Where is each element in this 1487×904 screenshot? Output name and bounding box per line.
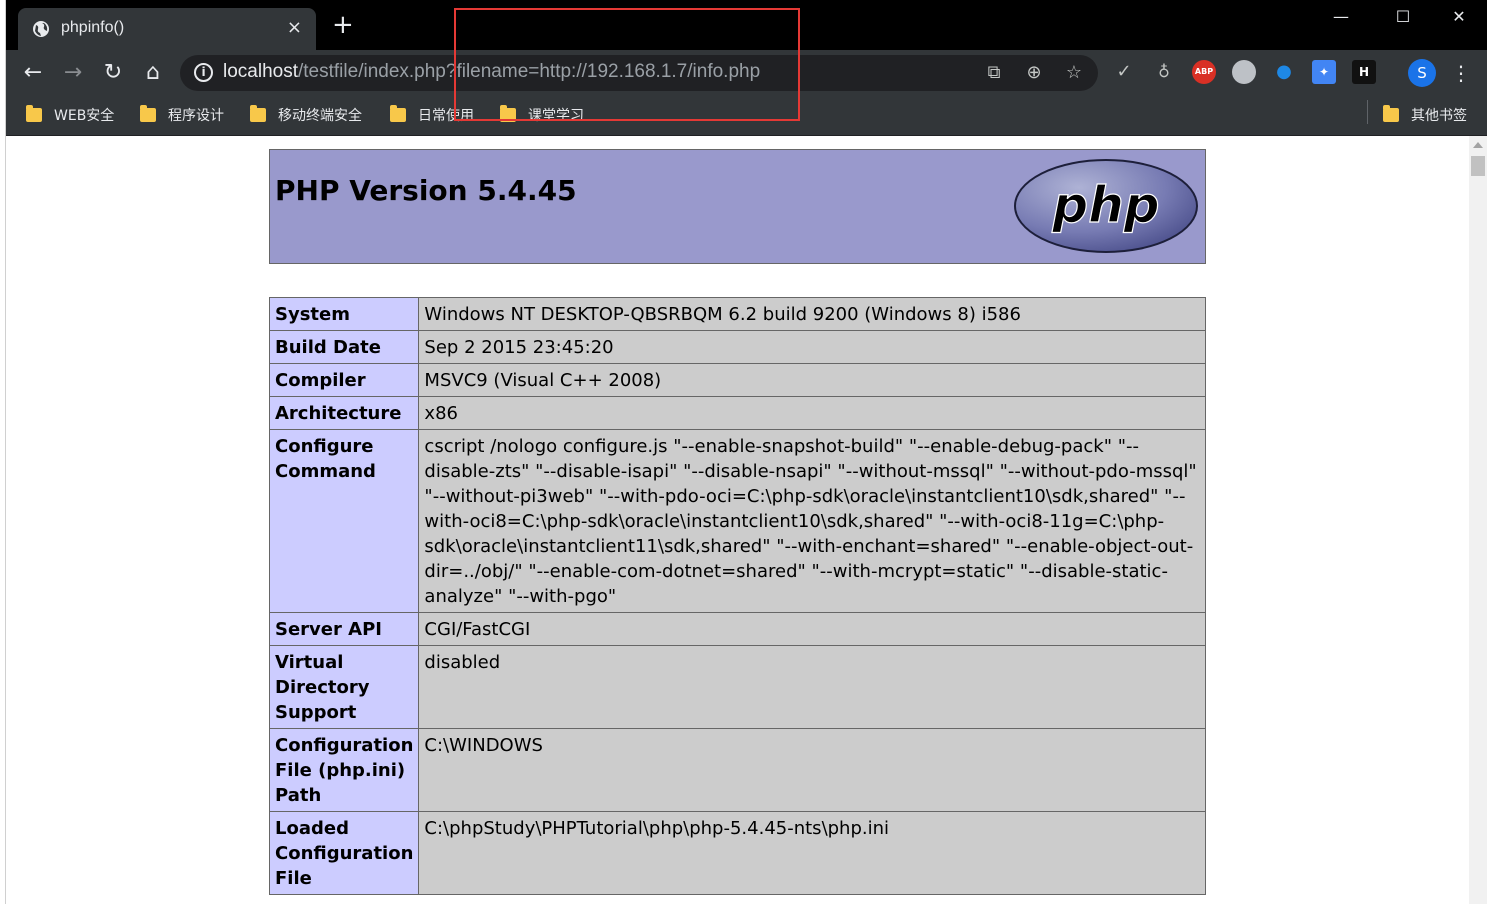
info-key: Compiler (268, 363, 420, 397)
info-value: cscript /nologo configure.js "--enable-s… (418, 429, 1206, 613)
forward-icon[interactable]: → (58, 58, 88, 88)
table-row: Configure Command cscript /nologo configu… (268, 429, 1206, 613)
site-info-icon[interactable]: i (194, 63, 213, 82)
info-value: disabled (418, 645, 1206, 729)
bookmark-folder-other[interactable]: 其他书签 (1383, 104, 1467, 126)
browser-chrome: phpinfo() × + — ☐ ✕ ← → ↻ ⌂ i localhost/… (0, 0, 1487, 136)
php-info-table: System Windows NT DESKTOP-QBSRBQM 6.2 bui… (268, 297, 1206, 895)
bulb-extension-icon[interactable]: ♁ (1152, 60, 1176, 84)
folder-icon (250, 105, 266, 122)
table-row: Virtual Directory Support disabled (268, 645, 1206, 729)
drop-extension-icon[interactable]: ● (1272, 60, 1296, 84)
bookmarks-separator (1367, 100, 1368, 124)
bird-extension-icon[interactable]: ✦ (1312, 60, 1336, 84)
bookmark-folder-daily[interactable]: 日常使用 (390, 104, 474, 126)
folder-icon (1383, 105, 1399, 122)
back-icon[interactable]: ← (18, 58, 48, 88)
tab-phpinfo[interactable]: phpinfo() × (18, 8, 316, 50)
reload-icon[interactable]: ↻ (98, 58, 128, 88)
h-extension-icon[interactable]: H (1352, 60, 1376, 84)
bookmark-folder-class[interactable]: 课堂学习 (500, 104, 584, 126)
table-row: Server API CGI/FastCGI (268, 612, 1206, 646)
info-key: Configure Command (268, 429, 420, 613)
bookmark-star-icon[interactable]: ☆ (1062, 61, 1086, 85)
bookmarks-bar: WEB安全 程序设计 移动终端安全 日常使用 课堂学习 其他书签 (0, 96, 1487, 136)
info-value: C:\WINDOWS (418, 728, 1206, 812)
scrollbar-thumb[interactable] (1471, 156, 1485, 176)
php-logo-text: php (1051, 176, 1159, 234)
bookmark-folder-mobile[interactable]: 移动终端安全 (250, 104, 362, 126)
table-row: Loaded Configuration File C:\phpStudy\PHP… (268, 811, 1206, 895)
info-key: Architecture (268, 396, 420, 430)
left-window-edge (0, 0, 6, 904)
folder-icon (390, 105, 406, 122)
adblock-extension-icon[interactable]: ABP (1192, 60, 1216, 84)
url-text[interactable]: localhost/testfile/index.php?filename=ht… (223, 61, 760, 83)
page-title: PHP Version 5.4.45 (275, 174, 577, 207)
info-value: Sep 2 2015 23:45:20 (418, 330, 1206, 364)
table-row: Compiler MSVC9 (Visual C++ 2008) (268, 363, 1206, 397)
new-tab-button[interactable]: + (332, 12, 354, 38)
menu-icon[interactable]: ⋮ (1446, 58, 1476, 88)
php-logo: php (1014, 159, 1198, 253)
info-value: MSVC9 (Visual C++ 2008) (418, 363, 1206, 397)
globe-icon (33, 21, 49, 37)
bookmark-folder-web[interactable]: WEB安全 (26, 104, 114, 126)
info-value: C:\phpStudy\PHPTutorial\php\php-5.4.45-n… (418, 811, 1206, 895)
info-key: Configuration File (php.ini) Path (268, 728, 420, 812)
php-info-table-body: System Windows NT DESKTOP-QBSRBQM 6.2 bui… (268, 297, 1206, 895)
sphere-extension-icon[interactable] (1232, 60, 1256, 84)
table-row: Architecture x86 (268, 396, 1206, 430)
address-bar[interactable]: i localhost/testfile/index.php?filename=… (180, 55, 1098, 91)
page-viewport: PHP Version 5.4.45 php System Windows NT … (0, 136, 1469, 904)
toolbar: ← → ↻ ⌂ i localhost/testfile/index.php?f… (0, 50, 1487, 96)
info-value: x86 (418, 396, 1206, 430)
info-key: System (268, 297, 420, 331)
vertical-scrollbar[interactable] (1469, 136, 1487, 904)
info-key: Server API (268, 612, 420, 646)
info-key: Build Date (268, 330, 420, 364)
translate-icon[interactable]: ⧉ (982, 61, 1006, 85)
check-extension-icon[interactable]: ✓ (1112, 60, 1136, 84)
close-window-icon[interactable]: ✕ (1444, 4, 1474, 30)
php-version-header: PHP Version 5.4.45 php (269, 149, 1206, 264)
folder-icon (500, 105, 516, 122)
info-value: CGI/FastCGI (418, 612, 1206, 646)
zoom-icon[interactable]: ⊕ (1022, 61, 1046, 85)
minimize-icon[interactable]: — (1326, 4, 1356, 30)
table-row: Build Date Sep 2 2015 23:45:20 (268, 330, 1206, 364)
profile-avatar[interactable]: S (1408, 59, 1436, 87)
table-row: Configuration File (php.ini) Path C:\WIND… (268, 728, 1206, 812)
tab-strip: phpinfo() × + — ☐ ✕ (0, 0, 1487, 50)
bookmark-folder-programming[interactable]: 程序设计 (140, 104, 224, 126)
table-row: System Windows NT DESKTOP-QBSRBQM 6.2 bui… (268, 297, 1206, 331)
home-icon[interactable]: ⌂ (138, 58, 168, 88)
info-key: Loaded Configuration File (268, 811, 420, 895)
maximize-icon[interactable]: ☐ (1388, 4, 1418, 30)
info-key: Virtual Directory Support (268, 645, 420, 729)
folder-icon (140, 105, 156, 122)
info-value: Windows NT DESKTOP-QBSRBQM 6.2 build 920… (418, 297, 1206, 331)
folder-icon (26, 105, 42, 122)
scroll-up-icon[interactable] (1473, 142, 1483, 148)
tab-close-icon[interactable]: × (287, 17, 302, 38)
tab-title: phpinfo() (61, 19, 125, 36)
